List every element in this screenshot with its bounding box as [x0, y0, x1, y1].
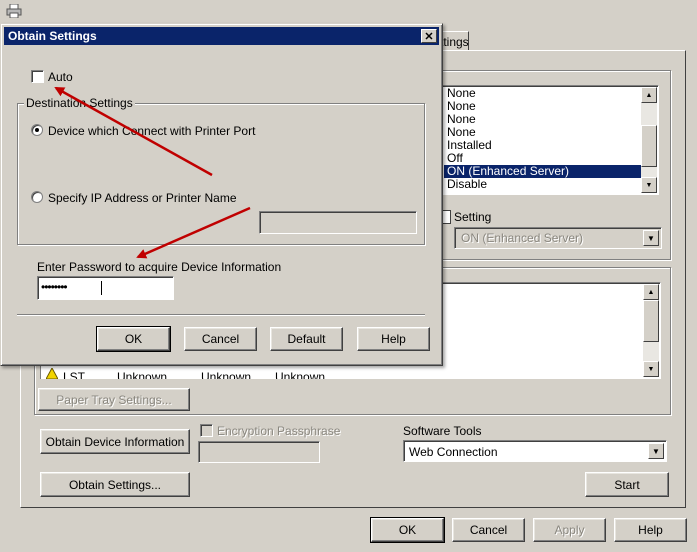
annotation-arrow-auto [54, 86, 213, 177]
annotation-arrow-password [136, 206, 251, 259]
annotation-arrows [54, 86, 251, 259]
